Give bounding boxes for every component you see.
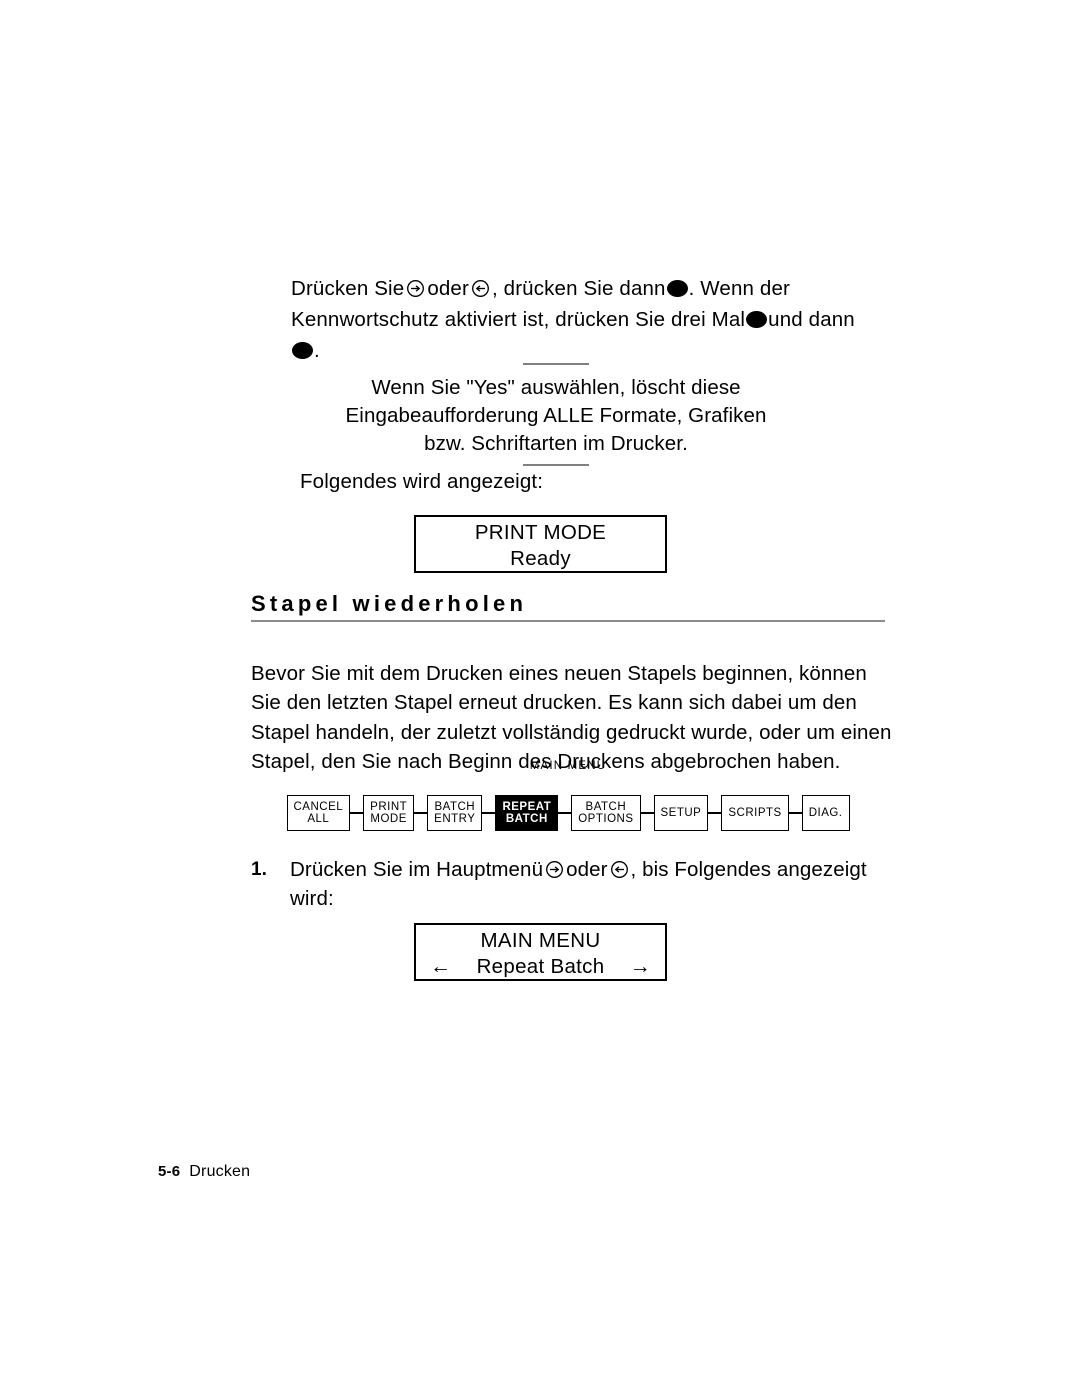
menu-box-label-line2: MODE xyxy=(370,813,407,825)
intro-text-part2: oder xyxy=(427,276,469,300)
left-arrow-circle-icon xyxy=(471,276,490,297)
menu-box-label-line2: ALL xyxy=(307,813,330,825)
scroll-left-arrow-icon[interactable]: ← xyxy=(430,954,451,980)
note-text: Wenn Sie "Yes" auswählen, löscht diese E… xyxy=(330,365,782,464)
menu-connector xyxy=(708,812,722,814)
enter-key-icon xyxy=(292,341,313,359)
note-line-2: Eingabeaufforderung ALLE Formate, Grafik… xyxy=(345,404,767,427)
page-footer: 5-6 Drucken xyxy=(158,1163,250,1181)
menu-connector xyxy=(558,812,572,814)
lead-in-text: Folgendes wird angezeigt: xyxy=(300,470,544,493)
menu-box[interactable]: REPEAT BATCH xyxy=(495,795,559,831)
menu-box[interactable]: SCRIPTS xyxy=(721,795,789,831)
menu-box[interactable]: BATCH OPTIONS xyxy=(571,795,641,831)
menu-box[interactable]: BATCH ENTRY xyxy=(427,795,483,831)
heading-rule xyxy=(251,620,885,622)
scroll-right-arrow-icon[interactable]: → xyxy=(630,954,651,980)
menu-box-label-line1: BATCH xyxy=(434,800,476,813)
menu-box-label-line1: DIAG. xyxy=(808,806,843,819)
diagram-caption: MAIN MENU xyxy=(529,760,607,772)
note-line-1: Wenn Sie "Yes" auswählen, löscht diese xyxy=(371,376,741,399)
intro-paragraph: Drücken Sie oder, drücken Sie dann. Wenn … xyxy=(291,273,871,366)
menu-box-label-line1: PRINT xyxy=(370,800,408,813)
enter-key-icon xyxy=(666,279,688,297)
menu-box[interactable]: CANCEL ALL xyxy=(286,795,351,831)
left-arrow-circle-icon xyxy=(610,858,629,878)
display-main-menu-title: MAIN MENU xyxy=(480,929,601,952)
menu-bar: CANCEL ALL PRINT MODE BATCH ENTRY REPEAT BATCH B… xyxy=(251,795,885,831)
menu-connector xyxy=(482,812,496,814)
menu-box-label-line1: SCRIPTS xyxy=(728,806,782,819)
section-paragraph: Bevor Sie mit dem Drucken eines neuen St… xyxy=(251,661,892,774)
page-title: Stapel wiederholen xyxy=(251,591,528,616)
menu-box-label-line2: OPTIONS xyxy=(578,813,634,825)
menu-box-label-line2: ENTRY xyxy=(434,813,476,825)
footer-chapter: Drucken xyxy=(189,1163,251,1180)
menu-box-label-line1: SETUP xyxy=(660,806,702,819)
menu-connector xyxy=(788,812,802,814)
menu-connector xyxy=(350,812,364,814)
display-print-mode: PRINT MODE Ready xyxy=(414,515,667,573)
intro-text-part6: . xyxy=(314,338,320,362)
right-arrow-circle-icon xyxy=(545,858,564,878)
menu-box-label-line1: CANCEL xyxy=(293,800,344,813)
manual-page: Drücken Sie oder , drücken Sie dann. Wenn … xyxy=(0,0,1080,1397)
menu-box-label-line1: BATCH xyxy=(585,800,627,813)
step-1-number: 1. xyxy=(251,859,268,880)
menu-box-label-line1: REPEAT xyxy=(502,800,552,813)
menu-box-label-line2: BATCH xyxy=(505,813,548,825)
step-1-text: Drücken Sie im Hauptmenü oder, bis Folgen… xyxy=(290,855,871,913)
display-main-menu-row: ← Repeat Batch → xyxy=(416,954,665,980)
section-heading: Stapel wiederholen xyxy=(251,591,885,622)
main-menu-diagram: MAIN MENU CANCEL ALL PRINT MODE BATCH ENTRY RE… xyxy=(251,760,885,831)
note-line-3: bzw. Schriftarten im Drucker. xyxy=(424,432,688,455)
menu-box[interactable]: PRINT MODE xyxy=(363,795,415,831)
menu-connector xyxy=(640,812,654,814)
note-rule-bottom xyxy=(523,464,589,466)
step-1-part1: Drücken Sie im Hauptmenü xyxy=(290,858,544,881)
intro-text-part3: , drücken Sie dann xyxy=(491,276,666,300)
display-print-mode-status: Ready xyxy=(510,547,571,570)
footer-page-number: 5-6 xyxy=(158,1163,181,1180)
display-main-menu-value: Repeat Batch xyxy=(476,955,605,978)
step-1-part2: oder xyxy=(566,858,608,881)
menu-connector xyxy=(414,812,428,814)
intro-text-part5: und dann xyxy=(768,307,855,331)
note-block: Wenn Sie "Yes" auswählen, löscht diese E… xyxy=(330,363,782,466)
menu-box[interactable]: SETUP xyxy=(653,795,709,831)
intro-text-part1: Drücken Sie xyxy=(291,276,405,300)
step-1: 1. Drücken Sie im Hauptmenü oder, bis Fol… xyxy=(251,855,871,913)
display-print-mode-title: PRINT MODE xyxy=(474,521,607,544)
right-arrow-circle-icon xyxy=(406,276,425,297)
enter-key-icon xyxy=(746,310,768,328)
display-main-menu: MAIN MENU ← Repeat Batch → xyxy=(414,923,667,981)
menu-box[interactable]: DIAG. xyxy=(801,795,850,831)
